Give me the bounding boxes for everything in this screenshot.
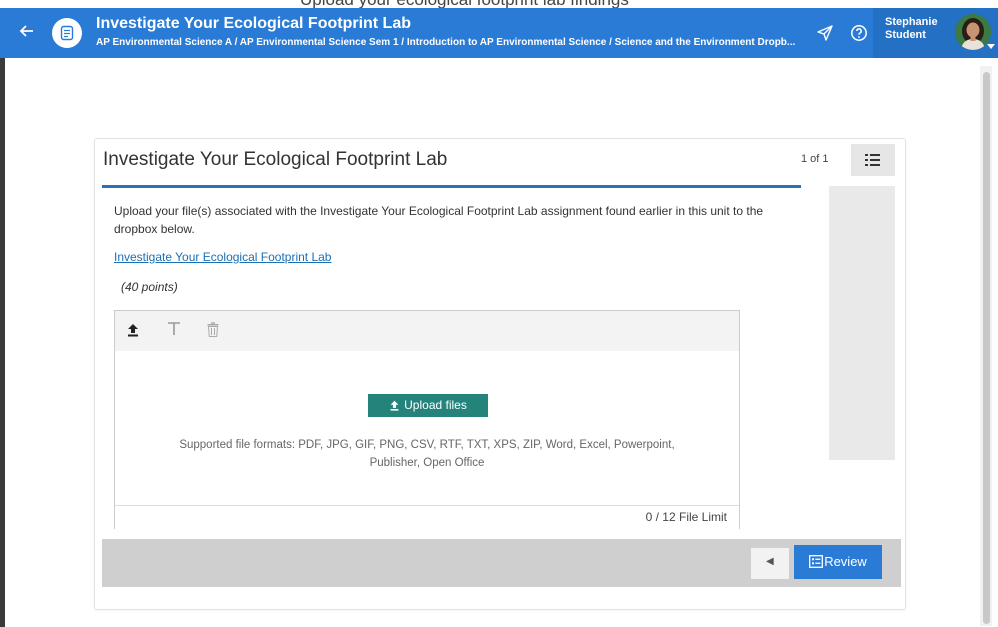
page-title: Investigate Your Ecological Footprint La…	[103, 149, 448, 170]
page-list-button[interactable]	[851, 144, 895, 176]
review-icon	[809, 555, 824, 568]
toolbar-text-button[interactable]	[167, 321, 181, 340]
user-last-name: Student	[885, 29, 926, 41]
review-label: Review	[824, 554, 867, 569]
user-first-name: Stephanie	[885, 16, 938, 28]
user-avatar-image	[955, 14, 991, 50]
trash-icon	[207, 322, 219, 337]
chevron-down-icon	[987, 44, 995, 49]
assignment-link[interactable]: Investigate Your Ecological Footprint La…	[114, 250, 331, 264]
upload-files-label: Upload files	[404, 398, 467, 412]
top-strip: Upload your ecological footprint lab fin…	[0, 0, 998, 8]
title-underline	[102, 185, 801, 188]
file-limit-bar: 0 / 12 File Limit	[115, 505, 739, 529]
supported-formats: Supported file formats: PDF, JPG, GIF, P…	[179, 439, 675, 469]
review-button[interactable]: Review	[794, 545, 882, 579]
upload-icon	[390, 400, 399, 411]
list-icon	[865, 154, 880, 166]
upload-files-button[interactable]: Upload files	[368, 394, 488, 417]
avatar[interactable]	[955, 14, 991, 50]
app-badge	[52, 18, 82, 48]
file-limit: 0 / 12 File Limit	[645, 510, 727, 524]
top-strip-text: Upload your ecological footprint lab fin…	[300, 0, 629, 8]
header-title: Investigate Your Ecological Footprint La…	[96, 15, 411, 32]
assignment-description: Upload your file(s) associated with the …	[114, 204, 764, 236]
assignment-icon	[60, 25, 74, 41]
points-label: (40 points)	[121, 280, 178, 294]
back-button[interactable]	[16, 22, 38, 44]
previous-button[interactable]: ◀	[751, 548, 789, 579]
caret-left-icon: ◀	[766, 556, 774, 567]
window-left-edge	[0, 58, 5, 627]
toolbar-delete-button[interactable]	[207, 322, 219, 342]
text-icon	[168, 322, 180, 335]
breadcrumb[interactable]: AP Environmental Science A / AP Environm…	[96, 37, 808, 48]
user-menu[interactable]: Stephanie Student	[873, 8, 998, 58]
dropbox: Upload files Supported file formats: PDF…	[114, 310, 740, 529]
assignment-card: Investigate Your Ecological Footprint La…	[94, 138, 906, 610]
send-button[interactable]	[816, 24, 834, 42]
arrow-left-icon	[19, 25, 33, 37]
app-header: Investigate Your Ecological Footprint La…	[0, 8, 998, 58]
help-button[interactable]	[850, 24, 868, 42]
upload-icon	[128, 324, 138, 337]
toolbar-upload-button[interactable]	[126, 323, 142, 339]
user-name: Stephanie Student	[885, 16, 945, 42]
page-counter: 1 of 1	[801, 153, 829, 165]
side-panel	[829, 186, 895, 460]
help-icon	[851, 25, 867, 41]
card-footer: ◀ Review	[102, 539, 901, 587]
send-icon	[817, 25, 833, 41]
dropbox-toolbar	[115, 311, 739, 351]
scrollbar-thumb[interactable]	[983, 72, 990, 624]
